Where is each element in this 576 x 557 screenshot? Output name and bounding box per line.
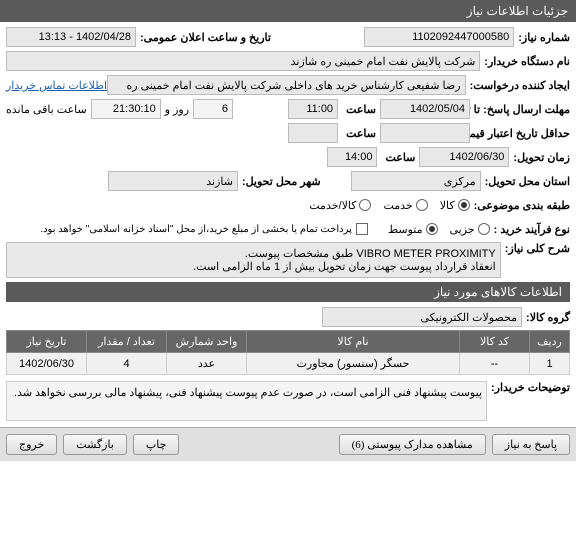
hour-label-3: ساعت [381, 151, 415, 164]
table-header-row: ردیف کد کالا نام کالا واحد شمارش تعداد /… [7, 331, 570, 353]
payment-checkbox[interactable] [356, 223, 368, 235]
desc-field: VIBRO METER PROXIMITY طبق مشخصات پیوست. … [6, 242, 501, 278]
radio-medium[interactable] [426, 223, 438, 235]
th-code: کد کالا [460, 331, 530, 353]
radio-partial[interactable] [478, 223, 490, 235]
back-button[interactable]: بازگشت [63, 434, 127, 455]
buyer-note-label: توضیحات خریدار: [487, 381, 570, 394]
payment-note: پرداخت تمام یا بخشی از مبلغ خرید،از محل … [40, 224, 352, 235]
footer-bar: پاسخ به نیاز مشاهده مدارک پیوستی (6) چاپ… [0, 427, 576, 461]
remain-label: ساعت باقی مانده [6, 103, 87, 116]
desc-label: شرح کلی نیاز: [501, 242, 570, 255]
buyer-note-box: پیوست پیشنهاد فنی الزامی است، در صورت عد… [6, 381, 487, 421]
th-unit: واحد شمارش [167, 331, 247, 353]
radio-service[interactable] [416, 199, 428, 211]
creator-field: رضا شفیعی کارشناس خرید های داخلی شرکت پا… [107, 75, 466, 95]
delivery-label: زمان تحویل: [509, 151, 570, 164]
need-no-field: 1102092447000580 [364, 27, 514, 47]
buyer-field: شرکت پالایش نفت امام خمینی ره شازند [6, 51, 480, 71]
announce-field: 1402/04/28 - 13:13 [6, 27, 136, 47]
province-label: استان محل تحویل: [481, 175, 570, 188]
need-no-label: شماره نیاز: [514, 31, 570, 44]
th-row: ردیف [530, 331, 570, 353]
valid-label: حداقل تاریخ اعتبار قیمت: تا تاریخ: [470, 127, 570, 140]
cell-date: 1402/06/30 [7, 353, 87, 375]
cell-qty: 4 [87, 353, 167, 375]
radio-goods[interactable] [458, 199, 470, 211]
creator-label: ایجاد کننده درخواست: [466, 79, 570, 92]
cell-code: -- [460, 353, 530, 375]
print-button[interactable]: چاپ [133, 434, 180, 455]
province-field: مرکزی [351, 171, 481, 191]
city-label: شهر محل تحویل: [238, 175, 321, 188]
hour-label-1: ساعت [342, 103, 376, 116]
process-radios: جزیی متوسط [388, 223, 490, 236]
radio-both[interactable] [359, 199, 371, 211]
attachments-button[interactable]: مشاهده مدارک پیوستی (6) [339, 434, 486, 455]
hour-label-2: ساعت [342, 127, 376, 140]
valid-time [288, 123, 338, 143]
buyer-label: نام دستگاه خریدار: [480, 55, 570, 68]
day-label: روز و [165, 103, 189, 116]
category-radios: کالا خدمت کالا/خدمت [309, 199, 469, 212]
valid-date [380, 123, 470, 143]
header-title: جزئیات اطلاعات نیاز [467, 4, 568, 18]
contact-link[interactable]: اطلاعات تماس خریدار [6, 79, 107, 92]
cell-row: 1 [530, 353, 570, 375]
city-field: شازند [108, 171, 238, 191]
goods-table: ردیف کد کالا نام کالا واحد شمارش تعداد /… [6, 330, 570, 375]
process-label: نوع فرآیند خرید : [490, 223, 570, 236]
delivery-time: 14:00 [327, 147, 377, 167]
deadline-label: مهلت ارسال پاسخ: تا تاریخ: [470, 103, 570, 116]
announce-label: تاریخ و ساعت اعلان عمومی: [136, 31, 271, 44]
delivery-date: 1402/06/30 [419, 147, 509, 167]
category-label: طبقه بندی موضوعی: [470, 199, 570, 212]
days-field: 6 [193, 99, 233, 119]
group-label: گروه کالا: [522, 311, 570, 324]
reply-button[interactable]: پاسخ به نیاز [492, 434, 570, 455]
exit-button[interactable]: خروج [6, 434, 57, 455]
deadline-date: 1402/05/04 [380, 99, 470, 119]
th-date: تاریخ نیاز [7, 331, 87, 353]
cell-name: حسگر (سنسور) مجاورت [247, 353, 460, 375]
page-header: جزئیات اطلاعات نیاز [0, 0, 576, 22]
group-field: محصولات الکترونیکی [322, 307, 522, 327]
goods-section-title: اطلاعات کالاهای مورد نیاز [6, 282, 570, 302]
th-name: نام کالا [247, 331, 460, 353]
table-row: 1 -- حسگر (سنسور) مجاورت عدد 4 1402/06/3… [7, 353, 570, 375]
deadline-time: 11:00 [288, 99, 338, 119]
cell-unit: عدد [167, 353, 247, 375]
th-qty: تعداد / مقدار [87, 331, 167, 353]
remain-time: 21:30:10 [91, 99, 161, 119]
